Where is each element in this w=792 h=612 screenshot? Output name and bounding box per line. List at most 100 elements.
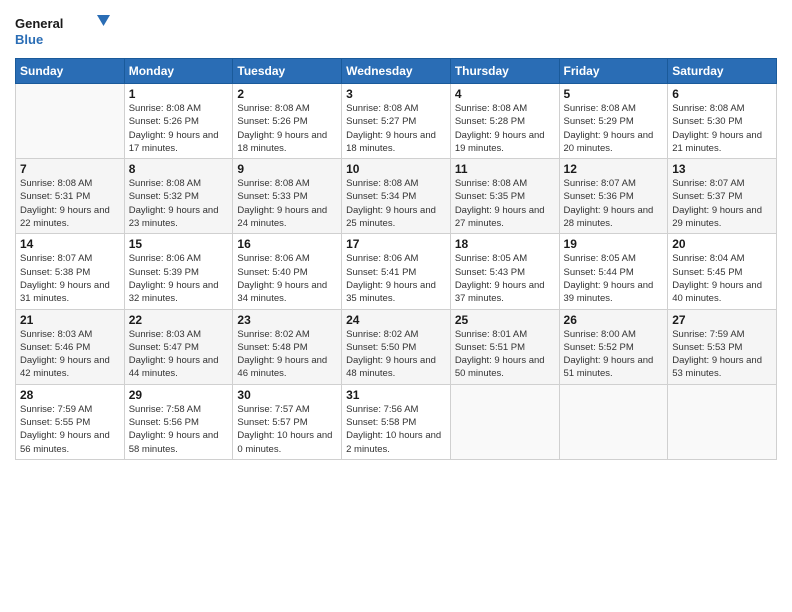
day-info: Sunrise: 8:08 AMSunset: 5:32 PMDaylight:… xyxy=(129,177,229,230)
day-info: Sunrise: 8:01 AMSunset: 5:51 PMDaylight:… xyxy=(455,328,555,381)
day-number: 18 xyxy=(455,237,555,251)
calendar-cell: 19Sunrise: 8:05 AMSunset: 5:44 PMDayligh… xyxy=(559,234,668,309)
day-number: 20 xyxy=(672,237,772,251)
day-header-sunday: Sunday xyxy=(16,59,125,84)
day-info: Sunrise: 7:57 AMSunset: 5:57 PMDaylight:… xyxy=(237,403,337,456)
calendar-cell: 25Sunrise: 8:01 AMSunset: 5:51 PMDayligh… xyxy=(450,309,559,384)
calendar-cell: 27Sunrise: 7:59 AMSunset: 5:53 PMDayligh… xyxy=(668,309,777,384)
calendar-cell: 11Sunrise: 8:08 AMSunset: 5:35 PMDayligh… xyxy=(450,159,559,234)
day-info: Sunrise: 8:08 AMSunset: 5:33 PMDaylight:… xyxy=(237,177,337,230)
day-info: Sunrise: 8:07 AMSunset: 5:38 PMDaylight:… xyxy=(20,252,120,305)
day-header-tuesday: Tuesday xyxy=(233,59,342,84)
logo-svg: General Blue xyxy=(15,10,115,50)
calendar-cell: 5Sunrise: 8:08 AMSunset: 5:29 PMDaylight… xyxy=(559,84,668,159)
calendar-cell: 30Sunrise: 7:57 AMSunset: 5:57 PMDayligh… xyxy=(233,384,342,459)
calendar-cell: 7Sunrise: 8:08 AMSunset: 5:31 PMDaylight… xyxy=(16,159,125,234)
day-number: 3 xyxy=(346,87,446,101)
day-info: Sunrise: 8:08 AMSunset: 5:30 PMDaylight:… xyxy=(672,102,772,155)
calendar-cell: 28Sunrise: 7:59 AMSunset: 5:55 PMDayligh… xyxy=(16,384,125,459)
calendar-page: General Blue SundayMondayTuesdayWednesda… xyxy=(0,0,792,612)
week-row-2: 7Sunrise: 8:08 AMSunset: 5:31 PMDaylight… xyxy=(16,159,777,234)
day-number: 9 xyxy=(237,162,337,176)
day-number: 2 xyxy=(237,87,337,101)
svg-text:General: General xyxy=(15,16,63,31)
calendar-cell: 4Sunrise: 8:08 AMSunset: 5:28 PMDaylight… xyxy=(450,84,559,159)
day-number: 16 xyxy=(237,237,337,251)
day-info: Sunrise: 8:08 AMSunset: 5:28 PMDaylight:… xyxy=(455,102,555,155)
day-header-wednesday: Wednesday xyxy=(342,59,451,84)
day-header-thursday: Thursday xyxy=(450,59,559,84)
calendar-cell: 24Sunrise: 8:02 AMSunset: 5:50 PMDayligh… xyxy=(342,309,451,384)
calendar-cell xyxy=(559,384,668,459)
day-number: 4 xyxy=(455,87,555,101)
day-number: 8 xyxy=(129,162,229,176)
day-info: Sunrise: 8:03 AMSunset: 5:47 PMDaylight:… xyxy=(129,328,229,381)
calendar-cell: 9Sunrise: 8:08 AMSunset: 5:33 PMDaylight… xyxy=(233,159,342,234)
day-info: Sunrise: 8:02 AMSunset: 5:48 PMDaylight:… xyxy=(237,328,337,381)
calendar-cell: 3Sunrise: 8:08 AMSunset: 5:27 PMDaylight… xyxy=(342,84,451,159)
day-number: 30 xyxy=(237,388,337,402)
calendar-cell xyxy=(450,384,559,459)
calendar-cell: 10Sunrise: 8:08 AMSunset: 5:34 PMDayligh… xyxy=(342,159,451,234)
day-info: Sunrise: 7:59 AMSunset: 5:55 PMDaylight:… xyxy=(20,403,120,456)
week-row-4: 21Sunrise: 8:03 AMSunset: 5:46 PMDayligh… xyxy=(16,309,777,384)
day-number: 5 xyxy=(564,87,664,101)
day-info: Sunrise: 8:08 AMSunset: 5:35 PMDaylight:… xyxy=(455,177,555,230)
day-info: Sunrise: 8:07 AMSunset: 5:37 PMDaylight:… xyxy=(672,177,772,230)
calendar-cell: 1Sunrise: 8:08 AMSunset: 5:26 PMDaylight… xyxy=(124,84,233,159)
day-number: 28 xyxy=(20,388,120,402)
day-number: 31 xyxy=(346,388,446,402)
calendar-cell: 8Sunrise: 8:08 AMSunset: 5:32 PMDaylight… xyxy=(124,159,233,234)
day-number: 10 xyxy=(346,162,446,176)
day-info: Sunrise: 8:08 AMSunset: 5:27 PMDaylight:… xyxy=(346,102,446,155)
day-header-friday: Friday xyxy=(559,59,668,84)
day-header-saturday: Saturday xyxy=(668,59,777,84)
day-number: 12 xyxy=(564,162,664,176)
day-info: Sunrise: 7:56 AMSunset: 5:58 PMDaylight:… xyxy=(346,403,446,456)
calendar-cell: 6Sunrise: 8:08 AMSunset: 5:30 PMDaylight… xyxy=(668,84,777,159)
day-number: 14 xyxy=(20,237,120,251)
day-number: 11 xyxy=(455,162,555,176)
calendar-cell: 2Sunrise: 8:08 AMSunset: 5:26 PMDaylight… xyxy=(233,84,342,159)
day-number: 23 xyxy=(237,313,337,327)
day-info: Sunrise: 8:05 AMSunset: 5:44 PMDaylight:… xyxy=(564,252,664,305)
page-header: General Blue xyxy=(15,10,777,50)
calendar-cell xyxy=(16,84,125,159)
calendar-cell: 22Sunrise: 8:03 AMSunset: 5:47 PMDayligh… xyxy=(124,309,233,384)
day-info: Sunrise: 8:08 AMSunset: 5:26 PMDaylight:… xyxy=(129,102,229,155)
calendar-cell: 20Sunrise: 8:04 AMSunset: 5:45 PMDayligh… xyxy=(668,234,777,309)
week-row-1: 1Sunrise: 8:08 AMSunset: 5:26 PMDaylight… xyxy=(16,84,777,159)
day-number: 13 xyxy=(672,162,772,176)
day-info: Sunrise: 8:04 AMSunset: 5:45 PMDaylight:… xyxy=(672,252,772,305)
calendar-cell: 26Sunrise: 8:00 AMSunset: 5:52 PMDayligh… xyxy=(559,309,668,384)
day-info: Sunrise: 8:06 AMSunset: 5:40 PMDaylight:… xyxy=(237,252,337,305)
week-row-5: 28Sunrise: 7:59 AMSunset: 5:55 PMDayligh… xyxy=(16,384,777,459)
day-info: Sunrise: 8:03 AMSunset: 5:46 PMDaylight:… xyxy=(20,328,120,381)
day-number: 26 xyxy=(564,313,664,327)
day-number: 15 xyxy=(129,237,229,251)
day-number: 24 xyxy=(346,313,446,327)
day-info: Sunrise: 8:08 AMSunset: 5:26 PMDaylight:… xyxy=(237,102,337,155)
day-number: 29 xyxy=(129,388,229,402)
day-number: 17 xyxy=(346,237,446,251)
logo: General Blue xyxy=(15,10,115,50)
day-info: Sunrise: 8:06 AMSunset: 5:41 PMDaylight:… xyxy=(346,252,446,305)
day-number: 7 xyxy=(20,162,120,176)
header-row: SundayMondayTuesdayWednesdayThursdayFrid… xyxy=(16,59,777,84)
calendar-cell: 15Sunrise: 8:06 AMSunset: 5:39 PMDayligh… xyxy=(124,234,233,309)
day-info: Sunrise: 7:58 AMSunset: 5:56 PMDaylight:… xyxy=(129,403,229,456)
day-number: 21 xyxy=(20,313,120,327)
day-info: Sunrise: 8:06 AMSunset: 5:39 PMDaylight:… xyxy=(129,252,229,305)
day-info: Sunrise: 8:05 AMSunset: 5:43 PMDaylight:… xyxy=(455,252,555,305)
day-info: Sunrise: 8:02 AMSunset: 5:50 PMDaylight:… xyxy=(346,328,446,381)
svg-text:Blue: Blue xyxy=(15,32,43,47)
calendar-cell: 12Sunrise: 8:07 AMSunset: 5:36 PMDayligh… xyxy=(559,159,668,234)
calendar-cell: 14Sunrise: 8:07 AMSunset: 5:38 PMDayligh… xyxy=(16,234,125,309)
calendar-cell: 23Sunrise: 8:02 AMSunset: 5:48 PMDayligh… xyxy=(233,309,342,384)
day-info: Sunrise: 8:07 AMSunset: 5:36 PMDaylight:… xyxy=(564,177,664,230)
day-number: 19 xyxy=(564,237,664,251)
day-header-monday: Monday xyxy=(124,59,233,84)
calendar-cell: 29Sunrise: 7:58 AMSunset: 5:56 PMDayligh… xyxy=(124,384,233,459)
calendar-cell: 18Sunrise: 8:05 AMSunset: 5:43 PMDayligh… xyxy=(450,234,559,309)
calendar-table: SundayMondayTuesdayWednesdayThursdayFrid… xyxy=(15,58,777,460)
